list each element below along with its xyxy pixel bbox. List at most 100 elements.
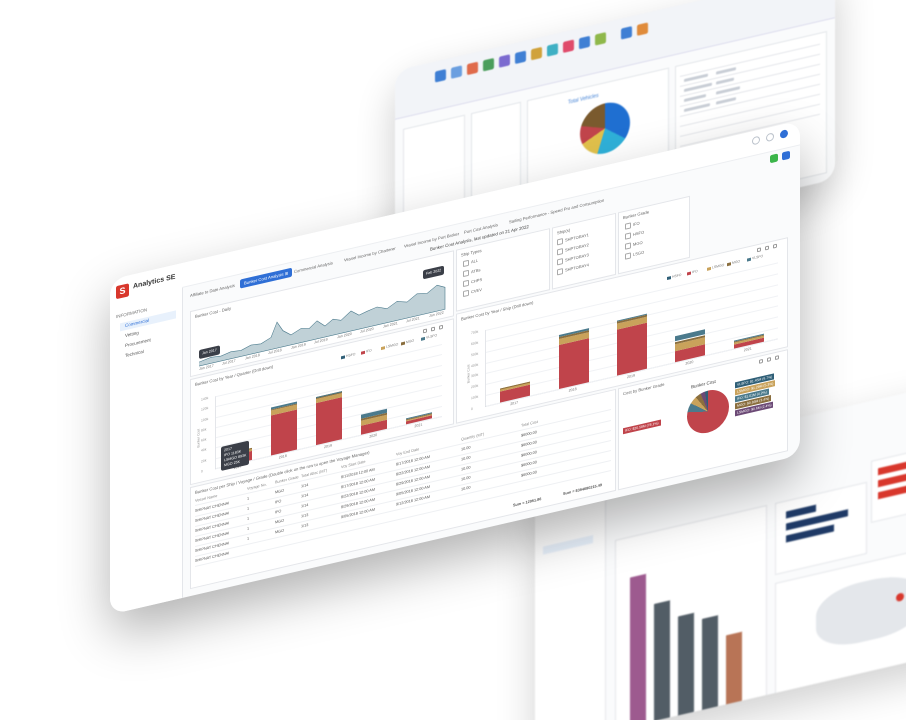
checkbox-icon [463,269,469,278]
y-tick-label: 600k [471,340,479,347]
legend-swatch [421,336,425,341]
legend-label: LSMGO [386,342,399,349]
y-tick-label: 100k [471,394,479,401]
table-cell: MGO [275,518,285,525]
export-button[interactable] [782,150,790,161]
grade-option[interactable]: HSFO [625,229,644,240]
user-icon[interactable] [752,135,760,146]
grade-option[interactable]: MGO [625,240,643,250]
sum-cost: Sum = $394680215.49 [563,483,602,497]
grade-option[interactable]: IFO [625,220,640,230]
table-cell: IFO [275,509,282,515]
filter-icon [499,54,510,68]
legend-label: VLSFO [426,333,438,340]
option-label: MGO [633,239,643,247]
legend-label: IFO [692,268,698,275]
chart-icon [435,69,446,83]
ship-type-option[interactable]: ALL [463,257,479,268]
legend-item: LSMGO [381,342,398,350]
y-tick-label: 100k [201,416,209,423]
option-label: CVEV [471,286,482,295]
bottom-bar-chart [615,504,767,720]
bottom-hbar-chart [775,481,867,576]
app-name: Analytics SE [133,273,176,291]
y-tick-label: 500k [471,351,479,358]
notification-icon[interactable] [766,132,774,143]
checkbox-icon [557,238,563,246]
marketing-scene: Total Vehicles S Analytics SE INFORMATIO… [0,0,906,720]
legend-label: LSMGO [712,262,725,270]
legend-label: MGO [406,338,415,345]
table-cell: 1 [247,526,250,532]
option-label: IFO [633,220,640,227]
y-tick-label: 20k [201,458,207,464]
ship-type-option[interactable]: CHPS [463,276,483,288]
print-icon[interactable] [765,245,769,251]
legend-label: HSFO [346,351,356,359]
legend-swatch [341,355,345,359]
expand-icon[interactable] [773,243,777,249]
quarter-tooltip: 2017 IFO 1183K LSMGO 893K MGO 25K [221,440,250,472]
expand-icon[interactable] [439,324,443,330]
table-cell: 1/14 [301,502,309,509]
x-tick-label: 2021 [414,422,423,429]
radio-icon [625,252,631,260]
table-cell: 10.00 [461,475,471,482]
grade-title: Bunker Grade [623,209,650,221]
legend-label: HSFO [672,272,682,279]
profile-icon[interactable] [780,129,788,139]
print-icon[interactable] [767,357,771,362]
download-icon[interactable] [423,328,427,334]
legend-swatch [361,350,365,355]
x-tick-label: 2019 [627,373,635,380]
bar-segment [617,323,647,376]
option-label: SHPTORAY1 [565,232,589,243]
bar-segment [316,397,342,446]
y-axis-label: Bunker Cost [196,428,201,449]
table-cell: 1/14 [301,482,309,489]
bar-segment [270,409,297,456]
legend-swatch [747,257,751,262]
legend-item: MGO [401,338,415,346]
legend-swatch [667,275,671,280]
chart-title: Total Vehicles [568,92,599,106]
grade-option[interactable]: LSGO [625,249,644,260]
download-icon[interactable] [759,358,763,364]
download-icon[interactable] [757,247,761,253]
radio-icon [625,232,631,240]
table-cell: 10.00 [461,455,471,462]
table-cell: 1 [247,496,250,502]
y-tick-label: 40k [201,447,207,454]
option-label: ALL [471,257,479,265]
refresh-button[interactable] [770,153,778,164]
print-icon[interactable] [431,326,435,332]
expand-icon[interactable] [775,355,779,361]
table-cell: 1/13 [301,522,309,529]
legend-item: VLSFO [421,333,437,341]
y-tick-label: 300k [471,373,479,379]
y-tick-label: 140k [201,395,209,402]
table-cell: IFO [275,499,282,505]
list-icon [595,32,606,46]
tab-badge-icon: ⊞ [284,270,289,277]
option-label: CHPS [471,276,483,285]
pie-icon [467,61,478,76]
checkbox-icon [463,289,469,298]
ship-type-option[interactable]: CVEV [463,286,482,298]
pie-label: Bunker Cost [691,378,716,390]
y-tick-label: 700k [471,329,479,336]
table-cell: 10.00 [461,445,471,452]
y-tick-label: 0 [201,469,203,474]
y-tick-label: 0 [471,406,473,412]
y-tick-label: 200k [471,383,479,390]
table-cell: 1/13 [301,512,309,519]
option-label: SHPTORAY4 [565,262,589,273]
table-cell: 10.00 [461,465,471,472]
radio-icon [625,222,631,230]
legend-item: HSFO [341,352,355,359]
ship-type-option[interactable]: ATBs [463,267,480,278]
x-tick-label: 2021 [743,346,752,353]
table-icon [451,65,462,79]
table-cell: 1 [247,516,250,522]
legend-item: IFO [361,348,372,355]
